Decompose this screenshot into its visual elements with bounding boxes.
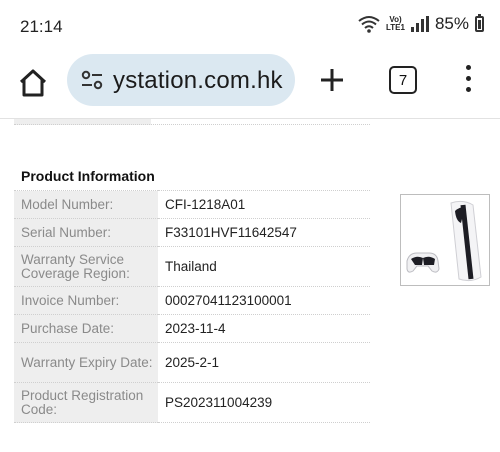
row-value: Thailand bbox=[158, 246, 370, 287]
status-bar: 21:14 Vo) LTE1 85% bbox=[0, 0, 500, 52]
tab-count: 7 bbox=[398, 71, 408, 89]
section-title: Product Information bbox=[21, 168, 155, 184]
table-row: Warranty Service Coverage Region: Thaila… bbox=[14, 246, 370, 287]
table-row: Serial Number: F33101HVF11642547 bbox=[14, 218, 370, 247]
more-menu-icon[interactable] bbox=[464, 65, 472, 95]
row-value: F33101HVF11642547 bbox=[158, 218, 370, 247]
table-row: Purchase Date: 2023-11-4 bbox=[14, 314, 370, 343]
product-image[interactable] bbox=[400, 194, 490, 286]
battery-percent: 85% bbox=[434, 14, 469, 33]
row-value: 00027041123100001 bbox=[158, 286, 370, 315]
table-row: Invoice Number: 00027041123100001 bbox=[14, 286, 370, 315]
table-row: Warranty Expiry Date: 2025-2-1 bbox=[14, 342, 370, 383]
lte-bottom-label: LTE1 bbox=[386, 23, 405, 32]
row-label: Serial Number: bbox=[14, 218, 158, 247]
row-label: Invoice Number: bbox=[14, 286, 158, 315]
lte-indicator: Vo) LTE1 bbox=[386, 16, 405, 32]
status-icons: Vo) LTE1 85% bbox=[358, 14, 484, 34]
home-icon[interactable] bbox=[16, 66, 50, 100]
product-info-table: Model Number: CFI-1218A01 Serial Number:… bbox=[14, 190, 370, 423]
table-row: Model Number: CFI-1218A01 bbox=[14, 190, 370, 219]
signal-icon bbox=[410, 16, 429, 32]
page-content: Product Information Model Number: CFI-12… bbox=[0, 119, 500, 452]
row-label: Purchase Date: bbox=[14, 314, 158, 343]
battery-icon bbox=[475, 14, 484, 32]
table-row: Product Registration Code: PS20231100423… bbox=[14, 382, 370, 423]
row-value: 2025-2-1 bbox=[158, 342, 370, 383]
url-text[interactable]: ystation.com.hk bbox=[113, 67, 283, 95]
status-time: 21:14 bbox=[20, 17, 63, 36]
row-label: Product Registration Code: bbox=[14, 382, 158, 423]
row-value: PS202311004239 bbox=[158, 382, 370, 423]
site-settings-icon[interactable] bbox=[81, 70, 103, 90]
browser-toolbar: ystation.com.hk 7 bbox=[0, 52, 500, 119]
tab-switcher-button[interactable]: 7 bbox=[389, 66, 417, 94]
row-label: Warranty Service Coverage Region: bbox=[14, 246, 158, 287]
address-bar[interactable]: ystation.com.hk bbox=[67, 54, 295, 106]
row-label: Warranty Expiry Date: bbox=[14, 342, 158, 383]
previous-table-remnant bbox=[14, 119, 370, 125]
row-label: Model Number: bbox=[14, 190, 158, 219]
row-value: CFI-1218A01 bbox=[158, 190, 370, 219]
new-tab-icon[interactable] bbox=[318, 66, 346, 94]
wifi-icon bbox=[358, 16, 380, 33]
row-value: 2023-11-4 bbox=[158, 314, 370, 343]
